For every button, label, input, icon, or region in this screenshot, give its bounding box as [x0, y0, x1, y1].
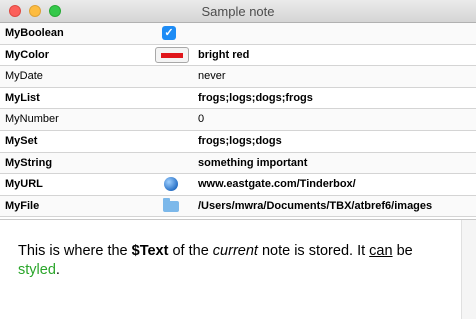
- text-run-styled: styled: [18, 262, 56, 278]
- attribute-row-myboolean: MyBoolean ✓: [0, 23, 476, 45]
- boolean-checkbox[interactable]: ✓: [162, 26, 176, 40]
- text-run-bold: $Text: [131, 243, 169, 259]
- note-text[interactable]: This is where the $Text of the current n…: [18, 242, 448, 280]
- window-title: Sample note: [201, 4, 275, 19]
- title-bar[interactable]: Sample note: [0, 0, 476, 23]
- attribute-name: MyFile: [5, 199, 40, 212]
- attribute-row-mynumber: MyNumber 0: [0, 109, 476, 131]
- color-well[interactable]: [155, 46, 189, 63]
- attribute-value[interactable]: 0: [198, 113, 204, 125]
- text-run: of the: [168, 243, 213, 259]
- attribute-name: MyBoolean: [5, 27, 64, 39]
- attribute-row-mycolor: MyColor bright red: [0, 45, 476, 67]
- attribute-value[interactable]: bright red: [198, 49, 249, 61]
- vertical-scrollbar[interactable]: [461, 220, 476, 319]
- attribute-row-myurl: MyURL www.eastgate.com/Tinderbox/: [0, 174, 476, 196]
- text-run: be: [392, 243, 413, 259]
- text-pane[interactable]: This is where the $Text of the current n…: [0, 219, 476, 319]
- attribute-row-mylist: MyList frogs;logs;dogs;frogs: [0, 88, 476, 110]
- attribute-name: MyList: [5, 91, 40, 104]
- attribute-name: MyString: [5, 156, 53, 169]
- text-run-underline: can: [369, 243, 393, 259]
- folder-icon[interactable]: [163, 197, 179, 212]
- attribute-value[interactable]: something important: [198, 157, 307, 169]
- attribute-value[interactable]: frogs;logs;dogs: [198, 135, 282, 147]
- attribute-name: MyColor: [5, 48, 49, 61]
- attribute-name: MyDate: [5, 70, 43, 83]
- text-run: note is stored. It: [257, 243, 370, 259]
- attribute-value[interactable]: never: [198, 70, 226, 82]
- attribute-row-mydate: MyDate never: [0, 66, 476, 88]
- attribute-name: MyURL: [5, 178, 43, 191]
- text-run-italic: current: [212, 243, 258, 259]
- text-run: This is where the: [18, 243, 132, 259]
- attributes-table: MyBoolean ✓ MyColor bright red MyDate ne…: [0, 23, 476, 218]
- attribute-name: MySet: [5, 134, 38, 147]
- attribute-name: MyNumber: [5, 113, 59, 126]
- note-window: Sample note MyBoolean ✓ MyColor bright r…: [0, 0, 476, 319]
- attribute-row-mystring: MyString something important: [0, 152, 476, 175]
- attribute-value[interactable]: /Users/mwra/Documents/TBX/atbref6/images: [198, 200, 432, 212]
- color-swatch: [161, 52, 183, 58]
- attribute-value[interactable]: frogs;logs;dogs;frogs: [198, 92, 313, 104]
- attribute-row-myfile: MyFile /Users/mwra/Documents/TBX/atbref6…: [0, 195, 476, 218]
- text-run: .: [55, 262, 60, 278]
- globe-icon[interactable]: [164, 177, 178, 192]
- attribute-row-myset: MySet frogs;logs;dogs: [0, 131, 476, 153]
- attribute-value[interactable]: www.eastgate.com/Tinderbox/: [198, 178, 356, 190]
